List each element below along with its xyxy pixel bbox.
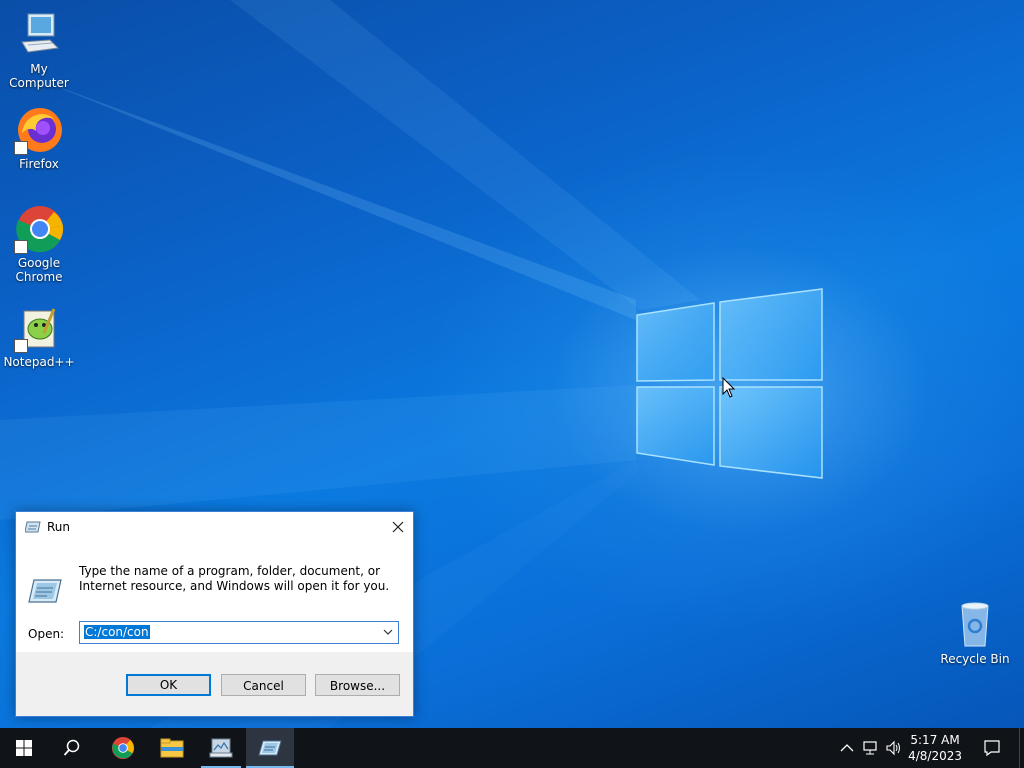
mouse-cursor-icon: [722, 377, 736, 398]
notepad-plus-plus-icon: [14, 303, 64, 353]
browse-button[interactable]: Browse...: [315, 674, 400, 696]
taskbar-app[interactable]: [197, 728, 245, 768]
ok-button[interactable]: OK: [126, 674, 211, 696]
close-button[interactable]: [389, 518, 407, 536]
run-dialog-button-row: OK Cancel Browse...: [16, 652, 413, 716]
start-button[interactable]: [0, 728, 48, 768]
my-computer-icon: [14, 10, 64, 60]
icon-label: Recycle Bin: [940, 652, 1010, 666]
open-label: Open:: [28, 627, 65, 641]
taskbar: 5:17 AM 4/8/2023: [0, 728, 1024, 768]
open-combobox[interactable]: C:/con/con: [79, 621, 399, 644]
desktop-icon-firefox[interactable]: Firefox: [1, 105, 77, 171]
cancel-button[interactable]: Cancel: [221, 674, 306, 696]
taskbar-clock[interactable]: 5:17 AM 4/8/2023: [908, 732, 962, 764]
search-button[interactable]: [48, 728, 96, 768]
desktop-icon-recycle-bin[interactable]: Recycle Bin: [937, 600, 1013, 666]
run-icon: [25, 521, 41, 533]
chrome-icon: [111, 736, 135, 760]
taskbar-run[interactable]: [246, 728, 294, 768]
chevron-down-icon[interactable]: [382, 625, 394, 639]
search-icon: [63, 739, 80, 756]
network-icon[interactable]: [863, 740, 879, 756]
firefox-icon: [14, 105, 64, 155]
run-dialog: Run Type the name of a program, folder, …: [15, 511, 414, 717]
icon-label: Firefox: [19, 157, 59, 171]
windows-start-icon: [16, 740, 32, 756]
taskbar-chrome[interactable]: [99, 728, 147, 768]
volume-icon[interactable]: [886, 740, 902, 756]
chevron-up-icon[interactable]: [839, 740, 855, 756]
desktop-icon-my-computer[interactable]: My Computer: [1, 10, 77, 90]
close-icon: [392, 521, 404, 533]
chrome-icon: [14, 204, 64, 254]
run-dialog-description: Type the name of a program, folder, docu…: [79, 564, 390, 593]
run-dialog-titlebar[interactable]: Run: [16, 512, 413, 542]
desktop-icon-google-chrome[interactable]: Google Chrome: [1, 204, 77, 284]
app-window-icon: [209, 738, 233, 758]
icon-label: Google Chrome: [15, 256, 63, 284]
show-desktop-button[interactable]: [1019, 728, 1024, 768]
clock-time: 5:17 AM: [910, 733, 960, 747]
shortcut-arrow-icon: [14, 141, 28, 155]
notifications-icon[interactable]: [983, 739, 1001, 757]
icon-label: Notepad++: [3, 355, 75, 369]
shortcut-arrow-icon: [14, 339, 28, 353]
run-icon: [258, 740, 282, 756]
open-input[interactable]: C:/con/con: [84, 625, 150, 639]
run-program-icon: [28, 579, 62, 603]
clock-date: 4/8/2023: [908, 749, 962, 763]
icon-label: My Computer: [9, 62, 69, 90]
folder-icon: [160, 738, 184, 758]
desktop-icon-notepad-plus-plus[interactable]: Notepad++: [1, 303, 77, 369]
run-dialog-body: Type the name of a program, folder, docu…: [16, 542, 413, 652]
shortcut-arrow-icon: [14, 240, 28, 254]
taskbar-file-explorer[interactable]: [148, 728, 196, 768]
run-dialog-title: Run: [47, 520, 71, 534]
recycle-bin-icon: [950, 600, 1000, 650]
